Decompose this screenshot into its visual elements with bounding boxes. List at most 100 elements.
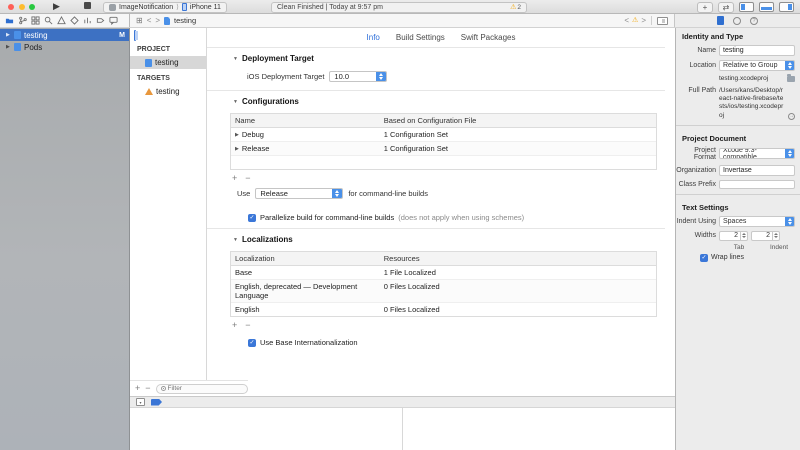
configurations-table: Name Based on Configuration File ▶Debug …	[230, 113, 657, 170]
disclosure-triangle-icon[interactable]: ▶	[235, 146, 239, 152]
table-row[interactable]: Base 1 File Localized	[231, 266, 656, 280]
minimize-window-button[interactable]	[19, 4, 25, 10]
disclosure-triangle-icon[interactable]: ▼	[233, 237, 238, 243]
tab-width-stepper[interactable]: 2	[719, 231, 748, 241]
tab-info[interactable]: Info	[367, 33, 380, 42]
next-issue-button[interactable]: >	[641, 17, 646, 25]
disclosure-triangle-icon[interactable]: ▶	[6, 32, 11, 38]
indent-using-select[interactable]: Spaces	[719, 216, 795, 227]
add-localization-button[interactable]: +	[232, 321, 237, 330]
warning-count[interactable]: 2	[517, 4, 521, 11]
disclosure-triangle-icon[interactable]: ▶	[6, 44, 11, 50]
project-format-select[interactable]: Xcode 9.3-compatible	[719, 148, 795, 159]
filter-input[interactable]	[168, 385, 243, 392]
column-header-localization[interactable]: Localization	[231, 252, 380, 265]
library-button[interactable]: +	[697, 2, 713, 13]
toggle-inspector-button[interactable]	[779, 2, 794, 12]
selected-value: Xcode 9.3-compatible	[720, 149, 785, 158]
selected-value: Relative to Group	[720, 61, 785, 70]
file-inspector-icon[interactable]	[717, 16, 724, 25]
toggle-debug-area-button[interactable]	[759, 2, 774, 12]
disclosure-triangle-icon[interactable]: ▼	[233, 56, 238, 62]
find-navigator-icon[interactable]	[44, 16, 53, 25]
remove-button[interactable]: −	[145, 384, 150, 393]
report-navigator-icon[interactable]	[109, 16, 118, 25]
breakpoints-toggle-icon[interactable]	[151, 399, 162, 406]
table-row-empty	[231, 156, 656, 169]
stepper-arrows-icon[interactable]	[773, 231, 780, 241]
editor-options-icon[interactable]	[657, 17, 668, 25]
editor-arrows-button[interactable]: ⇄	[718, 2, 734, 13]
toolbar: ▶ ImageNotification ⟩ iPhone 11 Clean Fi…	[0, 0, 800, 14]
class-prefix-field[interactable]	[719, 180, 795, 189]
base-internationalization-checkbox[interactable]: ✓	[248, 339, 256, 347]
symbol-navigator-icon[interactable]	[31, 16, 40, 25]
column-header-resources[interactable]: Resources	[380, 252, 656, 265]
section-configurations[interactable]: ▼ Configurations	[207, 91, 675, 111]
breakpoint-navigator-icon[interactable]	[96, 16, 105, 25]
remove-localization-button[interactable]: −	[245, 321, 250, 330]
localization-resources: 0 Files Localized	[380, 280, 656, 302]
table-row[interactable]: English, deprecated — Development Langua…	[231, 280, 656, 303]
run-button[interactable]: ▶	[53, 1, 60, 12]
column-header-name[interactable]: Name	[231, 114, 380, 127]
table-row[interactable]: English 0 Files Localized	[231, 303, 656, 316]
selected-value: 10.0	[330, 72, 376, 81]
history-inspector-icon[interactable]	[733, 17, 741, 25]
navigator-item-pods[interactable]: ▶ Pods	[0, 41, 129, 53]
jumpbar-file-name[interactable]: testing	[174, 16, 196, 25]
target-item-testing[interactable]: testing	[130, 85, 206, 98]
indent-caption: Indent	[759, 244, 799, 251]
disclosure-triangle-icon[interactable]: ▼	[233, 99, 238, 105]
location-select[interactable]: Relative to Group	[719, 60, 795, 71]
project-item-testing[interactable]: testing	[130, 56, 206, 69]
indent-width-value[interactable]: 2	[751, 231, 773, 241]
hide-projects-list-icon[interactable]	[134, 30, 136, 41]
command-line-config-select[interactable]: Release	[255, 188, 343, 199]
scheme-selector[interactable]: ImageNotification ⟩ iPhone 11	[103, 2, 227, 13]
forward-button[interactable]: >	[155, 17, 160, 25]
wrap-lines-checkbox[interactable]: ✓	[700, 254, 708, 262]
zoom-window-button[interactable]	[29, 4, 35, 10]
warning-icon[interactable]: ⚠	[510, 4, 516, 11]
section-deployment-target[interactable]: ▼ Deployment Target	[207, 48, 675, 68]
debug-navigator-icon[interactable]	[83, 16, 92, 25]
table-row[interactable]: ▶Release 1 Configuration Set	[231, 142, 656, 156]
issue-warning-icon[interactable]: ⚠	[632, 17, 638, 24]
use-label: Use	[237, 189, 250, 198]
section-localizations[interactable]: ▼ Localizations	[207, 229, 675, 249]
filter-field[interactable]	[156, 384, 248, 394]
add-configuration-button[interactable]: +	[232, 174, 237, 183]
organization-field[interactable]: Invertase	[719, 165, 795, 176]
issue-navigator-icon[interactable]	[57, 16, 66, 25]
indent-width-stepper[interactable]: 2	[751, 231, 780, 241]
close-window-button[interactable]	[8, 4, 14, 10]
xcode-window: ▶ ImageNotification ⟩ iPhone 11 Clean Fi…	[0, 0, 800, 450]
stop-button[interactable]	[84, 2, 91, 9]
project-navigator-icon[interactable]	[5, 16, 14, 25]
debug-area-toggle-icon[interactable]: ▾	[136, 398, 145, 406]
test-navigator-icon[interactable]	[70, 16, 79, 25]
navigator-item-testing[interactable]: ▶ testing M	[0, 29, 129, 41]
tab-build-settings[interactable]: Build Settings	[396, 33, 445, 42]
quick-help-inspector-icon[interactable]: ?	[750, 17, 758, 25]
disclosure-triangle-icon[interactable]: ▶	[235, 132, 239, 138]
back-button[interactable]: <	[147, 17, 152, 25]
folder-icon[interactable]	[787, 76, 795, 82]
table-row[interactable]: ▶Debug 1 Configuration Set	[231, 128, 656, 142]
tab-swift-packages[interactable]: Swift Packages	[461, 33, 516, 42]
toggle-navigator-button[interactable]	[739, 2, 754, 12]
add-button[interactable]: +	[135, 384, 140, 393]
tab-width-value[interactable]: 2	[719, 231, 741, 241]
previous-issue-button[interactable]: <	[624, 17, 629, 25]
related-items-icon[interactable]: ⊞	[136, 16, 143, 25]
reveal-arrow-icon[interactable]: →	[788, 113, 795, 120]
remove-configuration-button[interactable]: −	[245, 174, 250, 183]
stepper-arrows-icon[interactable]	[741, 231, 748, 241]
column-header-based-on[interactable]: Based on Configuration File	[380, 114, 656, 127]
ios-deployment-target-select[interactable]: 10.0	[329, 71, 387, 82]
name-field[interactable]: testing	[719, 45, 795, 56]
parallelize-checkbox[interactable]: ✓	[248, 214, 256, 222]
editor-area: PROJECT testing TARGETS testing Info	[130, 28, 675, 450]
source-control-navigator-icon[interactable]	[18, 16, 27, 25]
